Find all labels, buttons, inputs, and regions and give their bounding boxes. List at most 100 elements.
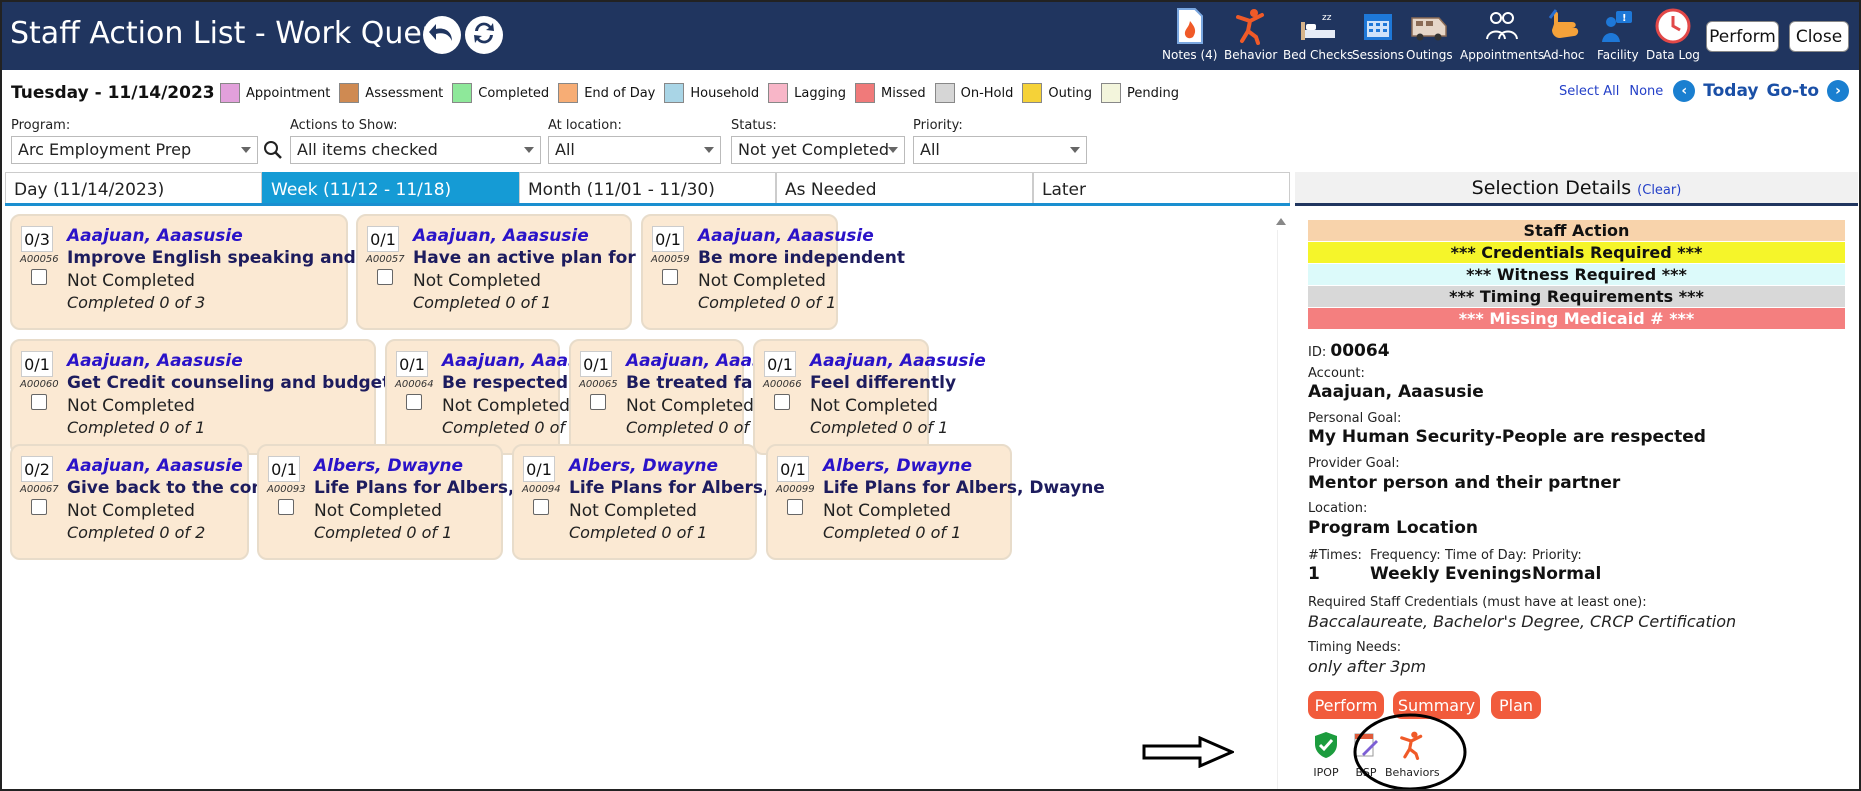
card-checkbox[interactable]: [31, 269, 47, 285]
card-checkbox[interactable]: [278, 499, 294, 515]
chevron-down-icon: [704, 147, 714, 153]
legend-label: Lagging: [794, 85, 846, 101]
toolbar-notes[interactable]: Notes (4): [1162, 6, 1217, 68]
card-status: Not Completed: [413, 271, 541, 291]
toolbar-facility[interactable]: ! Facility: [1597, 6, 1639, 68]
card-count: 0/1: [268, 456, 300, 482]
toolbar-outings[interactable]: Outings: [1406, 6, 1453, 68]
priority-select[interactable]: All: [913, 136, 1087, 164]
card-checkbox[interactable]: [406, 394, 422, 410]
tab-month[interactable]: Month (11/01 - 11/30): [519, 172, 776, 203]
card-count: 0/2: [21, 456, 53, 482]
action-card[interactable]: 0/1 A00065 Aaajuan, Aaasusie Be treated fai…: [569, 339, 802, 455]
action-card[interactable]: 0/1 A00060 Aaajuan, Aaasusie Get Credit cou…: [10, 339, 527, 455]
clear-selection-link[interactable]: (Clear): [1637, 183, 1681, 198]
legend-item: End of Day: [558, 83, 655, 103]
location-label: Location:: [1308, 501, 1368, 516]
provider-goal-value: Mentor person and their partner: [1308, 473, 1621, 493]
actions-select[interactable]: All items checked: [290, 136, 541, 164]
card-checkbox[interactable]: [590, 394, 606, 410]
select-all-link[interactable]: Select All: [1559, 84, 1619, 99]
prev-date-button[interactable]: ‹: [1673, 80, 1696, 102]
requirement-banner: *** Credentials Required ***: [1308, 242, 1845, 263]
legend-label: Missed: [880, 85, 926, 101]
action-card[interactable]: 0/1 A00064 Aaajuan, Aaasusie Be respected No…: [385, 339, 618, 455]
plan-button[interactable]: Plan: [1491, 691, 1541, 719]
legend-label: Pending: [1127, 85, 1180, 101]
toolbar-sessions[interactable]: Sessions: [1352, 6, 1404, 68]
ipop-button[interactable]: IPOP: [1312, 730, 1340, 779]
tab-later[interactable]: Later: [1033, 172, 1290, 203]
frequency-label: Frequency:: [1370, 548, 1441, 563]
tab-as-needed[interactable]: As Needed: [776, 172, 1033, 203]
toolbar-ad-hoc[interactable]: Ad-hoc: [1543, 6, 1585, 68]
personal-goal-label: Personal Goal:: [1308, 411, 1402, 426]
location-select[interactable]: All: [548, 136, 721, 164]
priority-label: Priority:: [1532, 548, 1582, 563]
priority-select-value: All: [920, 140, 940, 159]
toolbar-data-log[interactable]: Data Log: [1646, 6, 1700, 68]
card-checkbox[interactable]: [377, 269, 393, 285]
action-card[interactable]: 0/3 A00056 Aaajuan, Aaasusie Improve Englis…: [10, 214, 485, 330]
ipop-label: IPOP: [1313, 766, 1339, 779]
action-card[interactable]: 0/1 A00093 Albers, Dwayne Life Plans for Al…: [257, 444, 596, 560]
action-card[interactable]: 0/1 A00059 Aaajuan, Aaasusie Be more indepe…: [641, 214, 905, 330]
app-window: Staff Action List - Work Queue Notes (4)…: [0, 0, 1861, 791]
action-card[interactable]: 0/1 A00099 Albers, Dwayne Life Plans for Al…: [766, 444, 1105, 560]
arrow-right-icon: [1142, 735, 1236, 772]
program-select[interactable]: Arc Employment Prep: [11, 136, 258, 164]
van-icon: [1409, 6, 1449, 46]
priority-value: Normal: [1532, 564, 1602, 584]
id-field: ID: 00064: [1308, 341, 1390, 361]
action-card[interactable]: 0/1 A00094 Albers, Dwayne Life Plans for Al…: [512, 444, 851, 560]
action-card[interactable]: 0/2 A00067 Aaajuan, Aaasusie Give back to t…: [10, 444, 336, 560]
tab-week[interactable]: Week (11/12 - 11/18): [262, 172, 519, 203]
card-client-name: Aaajuan, Aaasusie: [67, 456, 243, 476]
card-checkbox[interactable]: [31, 394, 47, 410]
action-card[interactable]: 0/1 A00057 Aaajuan, Aaasusie Have an active…: [356, 214, 739, 330]
scrollbar-track[interactable]: [1277, 230, 1278, 789]
status-filter: Status: Not yet Completed: [731, 118, 905, 164]
facility-icon: !: [1598, 6, 1638, 46]
toolbar-behavior[interactable]: Behavior: [1224, 6, 1277, 68]
undo-button[interactable]: [423, 16, 461, 54]
toolbar-behavior-label: Behavior: [1224, 48, 1278, 62]
card-checkbox[interactable]: [533, 499, 549, 515]
card-checkbox[interactable]: [787, 499, 803, 515]
toolbar-appointments[interactable]: Appointments: [1460, 6, 1544, 68]
scroll-up-arrow-icon[interactable]: [1276, 218, 1286, 225]
perform-button[interactable]: Perform: [1706, 21, 1779, 52]
timing-needs-value: only after 3pm: [1308, 657, 1427, 676]
status-select[interactable]: Not yet Completed: [731, 136, 905, 164]
search-icon[interactable]: [263, 140, 283, 164]
select-none-link[interactable]: None: [1629, 84, 1663, 99]
card-status: Not Completed: [67, 271, 195, 291]
date-navigation: Select All None ‹ Today Go-to ›: [1559, 80, 1849, 102]
toolbar-notes-label: Notes (4): [1162, 48, 1218, 62]
refresh-button[interactable]: [465, 16, 503, 54]
close-button[interactable]: Close: [1789, 21, 1849, 52]
provider-goal-label: Provider Goal:: [1308, 456, 1400, 471]
time-of-day-label: Time of Day:: [1445, 548, 1527, 563]
action-card[interactable]: 0/1 A00066 Aaajuan, Aaasusie Feel different…: [753, 339, 986, 455]
card-checkbox[interactable]: [31, 499, 47, 515]
card-completion: Completed 0 of 1: [442, 418, 581, 437]
card-checkbox[interactable]: [774, 394, 790, 410]
card-status: Not Completed: [67, 396, 195, 416]
legend-item: On-Hold: [934, 83, 1013, 103]
card-checkbox[interactable]: [662, 269, 678, 285]
card-count: 0/1: [777, 456, 809, 482]
account-value: Aaajuan, Aaasusie: [1308, 382, 1484, 402]
card-count: 0/1: [580, 351, 612, 377]
toolbar-sessions-label: Sessions: [1352, 48, 1405, 62]
today-button[interactable]: Today: [1703, 81, 1758, 101]
next-date-button[interactable]: ›: [1827, 80, 1849, 102]
tab-day[interactable]: Day (11/14/2023): [5, 172, 262, 203]
goto-button[interactable]: Go-to: [1767, 81, 1820, 101]
toolbar-bed-checks[interactable]: zz Bed Checks: [1283, 6, 1353, 68]
legend-swatch: [854, 83, 875, 103]
behavior-icon: [1231, 6, 1271, 46]
toolbar-appointments-label: Appointments: [1460, 48, 1545, 62]
svg-text:!: !: [1622, 13, 1627, 24]
legend-item: Pending: [1101, 83, 1179, 103]
